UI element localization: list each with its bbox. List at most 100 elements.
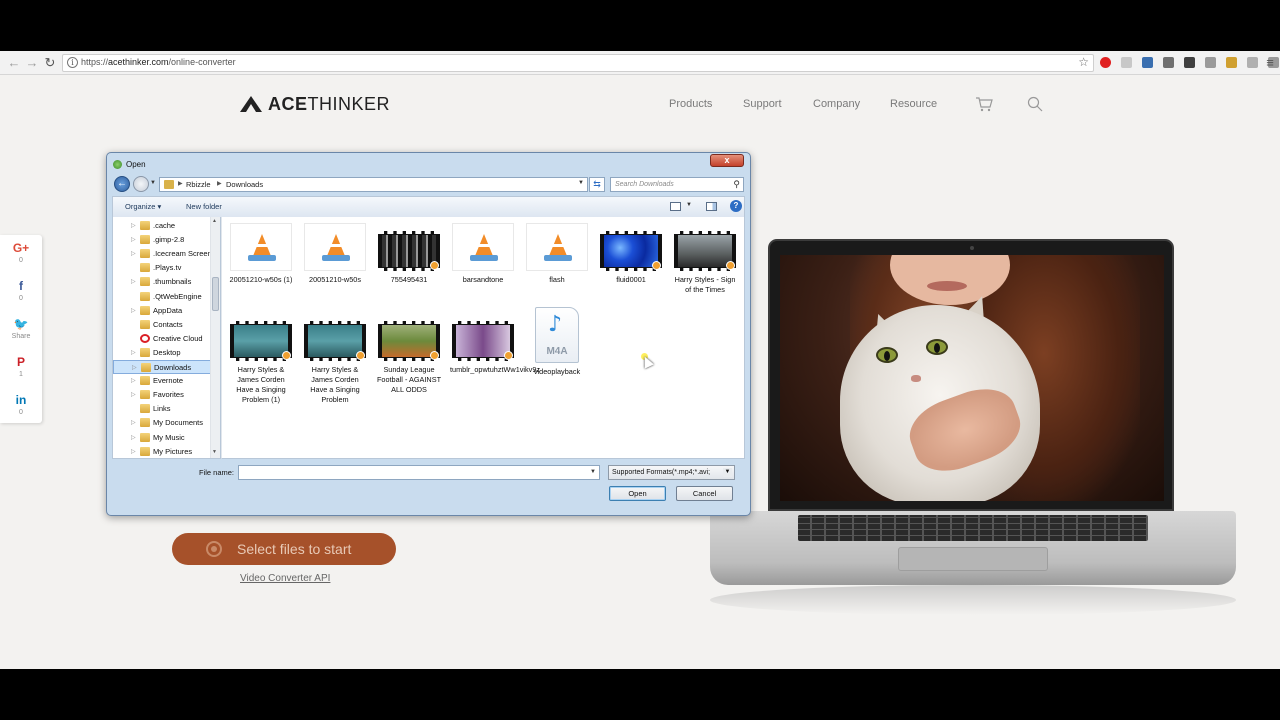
view-options-icon[interactable] xyxy=(670,202,681,211)
magnifier-icon[interactable]: ⚲ xyxy=(733,179,740,190)
square-icon[interactable] xyxy=(1163,57,1174,68)
forward-icon[interactable]: → xyxy=(24,55,40,71)
preview-pane-icon[interactable] xyxy=(706,202,717,211)
scrollbar-thumb[interactable] xyxy=(212,277,219,311)
new-folder-button[interactable]: New folder xyxy=(186,202,222,211)
file-name-input[interactable]: ▼ xyxy=(238,465,600,480)
forward-arrow-icon[interactable] xyxy=(133,176,149,192)
expand-arrow-icon[interactable]: ▷ xyxy=(132,364,137,371)
nav-item[interactable]: ▷ Evernote xyxy=(113,374,213,388)
expand-arrow-icon[interactable]: ▷ xyxy=(131,434,136,441)
back-icon[interactable]: ← xyxy=(6,55,22,71)
file-item[interactable]: fluid0001 xyxy=(598,223,664,285)
nav-item[interactable]: ▷ My Music xyxy=(113,431,213,445)
expand-arrow-icon[interactable]: ▷ xyxy=(131,236,136,243)
square-icon[interactable] xyxy=(1205,57,1216,68)
expand-arrow-icon[interactable]: ▷ xyxy=(131,391,136,398)
chevron-right-icon[interactable]: ▶ xyxy=(178,180,183,187)
select-files-button[interactable]: Select files to start xyxy=(172,533,396,565)
expand-arrow-icon[interactable]: ▷ xyxy=(131,349,136,356)
file-item[interactable]: Harry Styles & James Corden Have a Singi… xyxy=(302,313,368,405)
file-item[interactable]: tumblr_opwtuhztWw1vikv9z xyxy=(450,313,540,375)
history-dropdown-icon[interactable]: ▼ xyxy=(150,180,156,186)
file-item[interactable]: barsandtone xyxy=(450,223,516,285)
expand-arrow-icon[interactable]: ▷ xyxy=(131,307,136,314)
nav-item[interactable]: ▷ Favorites xyxy=(113,388,213,402)
menu-icon[interactable]: ≡ xyxy=(1262,55,1278,71)
person-icon[interactable] xyxy=(1142,57,1153,68)
nav-company[interactable]: Company xyxy=(813,98,860,110)
nav-resource[interactable]: Resource xyxy=(890,98,937,110)
folder-icon[interactable] xyxy=(1226,57,1237,68)
reload-icon[interactable]: ↻ xyxy=(42,55,58,71)
back-arrow-icon[interactable]: ← xyxy=(114,176,130,192)
video-converter-api-link[interactable]: Video Converter API xyxy=(240,573,330,584)
open-button[interactable]: Open xyxy=(609,486,666,501)
search-icon[interactable] xyxy=(1027,96,1043,112)
square-icon[interactable] xyxy=(1184,57,1195,68)
chevron-down-icon[interactable]: ▼ xyxy=(686,202,692,208)
info-icon[interactable]: i xyxy=(67,57,78,68)
refresh-icon[interactable]: ⇆ xyxy=(589,177,605,192)
file-item[interactable]: ♪ M4A videoplayback xyxy=(524,307,590,377)
nav-item[interactable]: ▷ .cache xyxy=(113,219,213,233)
nav-item[interactable]: ▷ .Icecream Screen xyxy=(113,247,213,261)
nav-item[interactable]: Contacts xyxy=(113,318,213,332)
nav-support[interactable]: Support xyxy=(743,98,782,110)
breadcrumb-item[interactable]: Rbizzle xyxy=(186,180,211,189)
nav-item[interactable]: .QtWebEngine xyxy=(113,290,213,304)
chevron-down-icon[interactable]: ▼ xyxy=(578,180,584,186)
site-logo[interactable]: ACETHINKER xyxy=(240,93,390,115)
social-share-item[interactable]: G+ 0 xyxy=(0,241,42,264)
nav-item[interactable]: .Plays.tv xyxy=(113,261,213,275)
nav-item[interactable]: ▷ Downloads xyxy=(113,360,213,374)
help-icon[interactable]: ? xyxy=(730,200,742,212)
nav-item[interactable]: Links xyxy=(113,402,213,416)
social-share-item[interactable]: 🐦 Share xyxy=(0,317,42,340)
breadcrumb-item[interactable]: Downloads xyxy=(226,180,263,189)
nav-item[interactable]: ▷ My Pictures xyxy=(113,445,213,458)
social-share-item[interactable]: f0 xyxy=(0,279,42,302)
expand-arrow-icon[interactable]: ▷ xyxy=(131,419,136,426)
nav-item-label: Links xyxy=(153,404,171,414)
nav-scrollbar[interactable]: ▲ ▼ xyxy=(210,217,220,458)
address-bar[interactable]: i https://acethinker.com/online-converte… xyxy=(62,54,1094,72)
file-item[interactable]: Sunday League Football - AGAINST ALL ODD… xyxy=(376,313,442,395)
path-breadcrumb[interactable]: ▶ Rbizzle ▶ Downloads ▼ xyxy=(159,177,588,192)
expand-arrow-icon[interactable]: ▷ xyxy=(131,278,136,285)
expand-arrow-icon[interactable]: ▷ xyxy=(131,377,136,384)
nav-products[interactable]: Products xyxy=(669,98,712,110)
file-item[interactable]: Harry Styles & James Corden Have a Singi… xyxy=(228,313,294,405)
file-type-select[interactable]: Supported Formats(*.mp4;*.avi; ▼ xyxy=(608,465,735,480)
file-item[interactable]: Harry Styles - Sign of the Times xyxy=(672,223,738,295)
cancel-button[interactable]: Cancel xyxy=(676,486,733,501)
expand-arrow-icon[interactable]: ▷ xyxy=(131,448,136,455)
doc-icon[interactable] xyxy=(1247,57,1258,68)
chevron-right-icon[interactable]: ▶ xyxy=(217,180,222,187)
flag-icon[interactable] xyxy=(1121,57,1132,68)
social-share-item[interactable]: P1 xyxy=(0,355,42,378)
file-item[interactable]: 20051210-w50s xyxy=(302,223,368,285)
file-item[interactable]: flash xyxy=(524,223,590,285)
nav-item[interactable]: ▷ My Documents xyxy=(113,416,213,430)
bookmark-star-icon[interactable]: ☆ xyxy=(1078,55,1089,69)
scroll-up-icon[interactable]: ▲ xyxy=(212,218,217,224)
opera-icon[interactable] xyxy=(1100,57,1111,68)
file-item[interactable]: 20051210-w50s (1) xyxy=(228,223,294,285)
nav-item[interactable]: ▷ AppData xyxy=(113,304,213,318)
scroll-down-icon[interactable]: ▼ xyxy=(212,449,217,455)
organize-button[interactable]: Organize ▾ xyxy=(125,202,161,211)
expand-arrow-icon[interactable]: ▷ xyxy=(131,250,136,257)
nav-item[interactable]: Creative Cloud xyxy=(113,332,213,346)
search-input[interactable]: Search Downloads ⚲ xyxy=(610,177,744,192)
nav-item[interactable]: ▷ .gimp-2.8 xyxy=(113,233,213,247)
dialog-close-button[interactable]: x xyxy=(710,154,744,167)
expand-arrow-icon[interactable]: ▷ xyxy=(131,222,136,229)
cart-icon[interactable] xyxy=(975,96,993,112)
nav-item[interactable]: ▷ Desktop xyxy=(113,346,213,360)
social-share-item[interactable]: in 0 xyxy=(0,393,42,416)
nav-item[interactable]: ▷ .thumbnails xyxy=(113,275,213,289)
file-item[interactable]: 755495431 xyxy=(376,223,442,285)
chevron-down-icon[interactable]: ▼ xyxy=(723,468,732,477)
chevron-down-icon[interactable]: ▼ xyxy=(590,469,596,475)
